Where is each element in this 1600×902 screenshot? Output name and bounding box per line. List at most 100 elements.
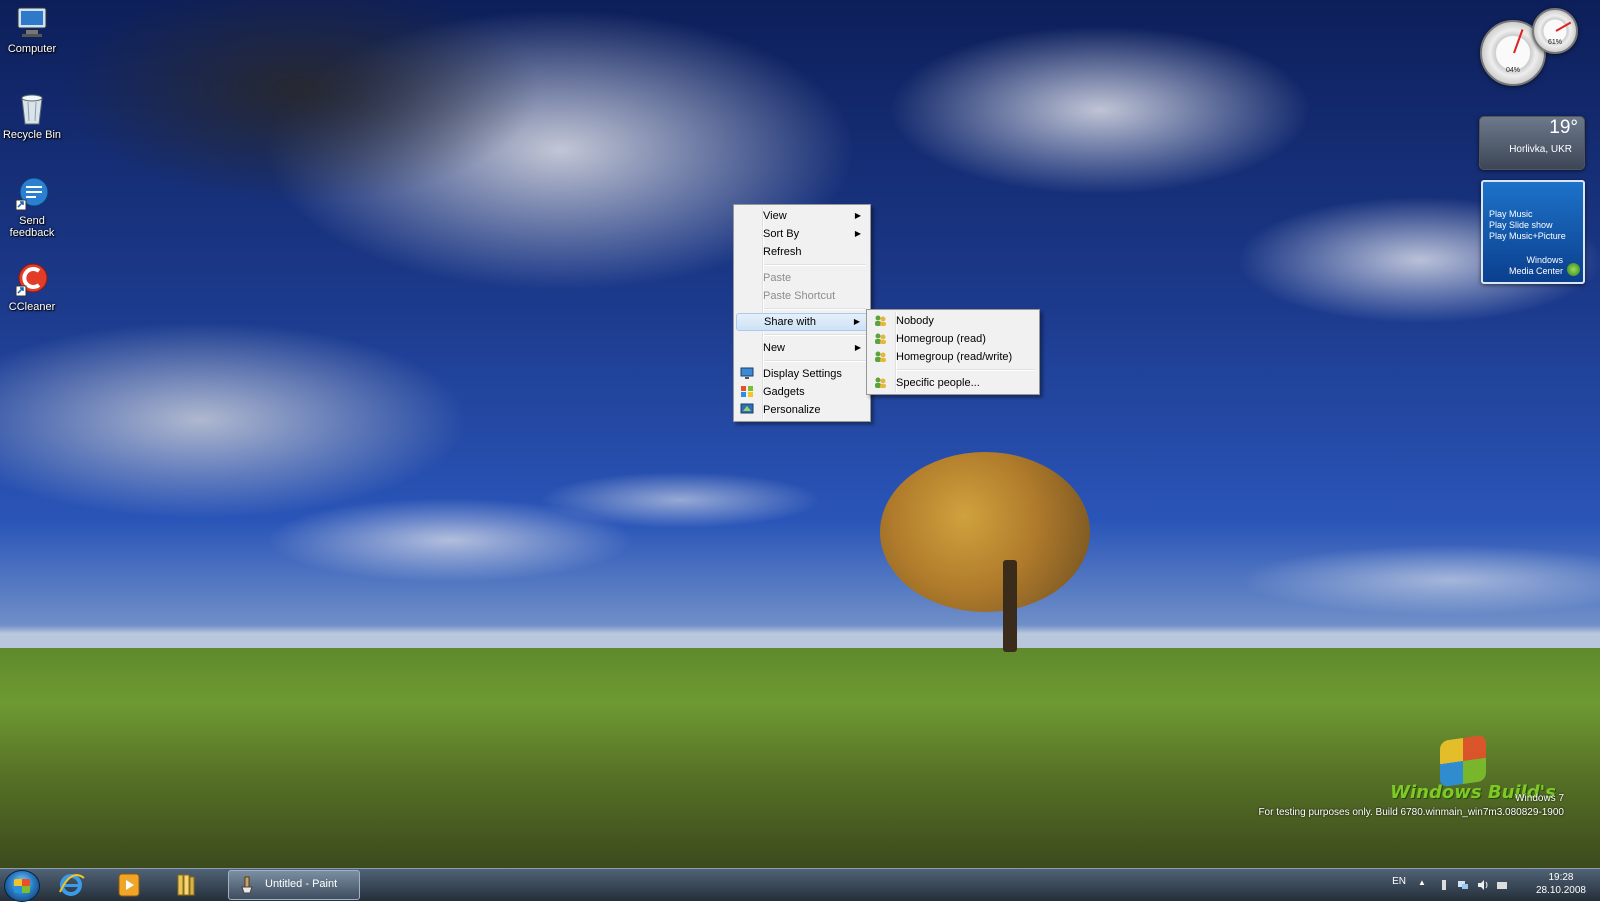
- menu-item-label: Specific people...: [896, 377, 980, 389]
- build-watermark: Windows 7 For testing purposes only. Bui…: [1258, 792, 1564, 820]
- menu-item-label: Share with: [764, 316, 816, 328]
- media-center-gadget[interactable]: Play Music Play Slide show Play Music+Pi…: [1481, 180, 1585, 284]
- wallpaper-tree: [880, 452, 1090, 612]
- taskbar: Untitled - Paint EN ▲ 19:28 28.10.2008: [0, 868, 1600, 902]
- internet-explorer-icon[interactable]: [54, 872, 88, 898]
- submenu-arrow-icon: ▶: [854, 343, 861, 352]
- share-users-icon: [873, 314, 887, 327]
- watermark-line2: For testing purposes only. Build 6780.wi…: [1258, 807, 1564, 818]
- submenu-arrow-icon: ▶: [854, 229, 861, 238]
- taskbar-button-label: Untitled - Paint: [265, 878, 338, 890]
- cpu-gauge-needle: [1513, 29, 1524, 54]
- menu-separator: [763, 264, 866, 266]
- menu-item-label: Gadgets: [763, 386, 805, 398]
- desktop-icon-label: Recycle Bin: [2, 129, 62, 141]
- cpu-meter-gadget[interactable]: 04% 61%: [1480, 8, 1590, 86]
- submenu-arrow-icon: ▶: [853, 317, 860, 326]
- clock-time: 19:28: [1548, 872, 1574, 883]
- recycle-bin-icon: [14, 90, 50, 126]
- menu-item-label: Refresh: [763, 246, 802, 258]
- menu-item-refresh[interactable]: Refresh: [736, 243, 868, 261]
- language-indicator[interactable]: EN: [1392, 876, 1406, 887]
- action-center-icon[interactable]: [1496, 879, 1508, 891]
- weather-location: Horlivka, UKR: [1509, 144, 1572, 155]
- volume-icon[interactable]: [1477, 879, 1489, 891]
- play-music-picture-link[interactable]: Play Music+Picture: [1489, 231, 1566, 242]
- weather-temperature: 19°: [1549, 117, 1578, 138]
- memory-percent: 61%: [1547, 39, 1562, 46]
- menu-separator: [763, 360, 866, 362]
- menu-item-new[interactable]: New ▶: [736, 339, 868, 357]
- share-users-icon: [873, 350, 887, 363]
- menu-item-label: View: [763, 210, 787, 222]
- desktop-icon-label: Send feedback: [9, 215, 55, 239]
- personalize-icon: [740, 403, 754, 416]
- menu-item-label: Paste: [763, 272, 792, 284]
- network-icon[interactable]: [1457, 879, 1469, 891]
- share-users-icon: [873, 332, 887, 345]
- menu-item-view[interactable]: View ▶: [736, 207, 868, 225]
- clock-date: 28.10.2008: [1535, 885, 1586, 896]
- menu-item-paste-shortcut[interactable]: Paste Shortcut: [736, 287, 868, 305]
- gadgets-icon: [740, 385, 754, 398]
- desktop-icon-ccleaner[interactable]: CCleaner: [2, 262, 62, 313]
- menu-item-label: Display Settings: [763, 368, 842, 380]
- share-with-submenu: Nobody Homegroup (read) Homegroup (read/…: [866, 309, 1040, 395]
- menu-separator: [763, 308, 866, 310]
- menu-item-label: Nobody: [896, 315, 934, 327]
- windows-start-icon: [14, 879, 30, 893]
- show-hidden-icons-icon[interactable]: ▲: [1418, 878, 1430, 890]
- menu-item-label: Personalize: [763, 404, 821, 416]
- menu-separator: [896, 369, 1035, 371]
- taskbar-button-paint[interactable]: Untitled - Paint: [228, 870, 360, 900]
- desktop-icon-recycle-bin[interactable]: Recycle Bin: [2, 90, 62, 141]
- submenu-item-homegroup-read-write[interactable]: Homegroup (read/write): [869, 348, 1037, 366]
- weather-gadget[interactable]: 19° Horlivka, UKR: [1479, 116, 1585, 170]
- usb-icon[interactable]: [1438, 879, 1450, 891]
- ccleaner-icon: [14, 262, 50, 298]
- windows-flag-icon: [1440, 734, 1486, 788]
- media-center-brand-line2: Media Center: [1508, 266, 1563, 276]
- menu-item-label: New: [763, 342, 786, 354]
- desktop-icon-label: Computer: [7, 43, 57, 55]
- media-center-orb-icon: [1567, 263, 1580, 276]
- desktop-icon-send-feedback[interactable]: Send feedback: [2, 176, 62, 239]
- menu-item-personalize[interactable]: Personalize: [736, 401, 868, 419]
- share-users-icon: [873, 376, 887, 389]
- libraries-icon[interactable]: [168, 872, 202, 898]
- paint-icon: [239, 876, 255, 894]
- computer-icon: [14, 4, 50, 40]
- menu-item-gadgets[interactable]: Gadgets: [736, 383, 868, 401]
- display-settings-icon: [740, 367, 754, 380]
- desktop-context-menu: View ▶ Sort By ▶ Refresh Paste Paste Short…: [733, 204, 871, 422]
- send-feedback-icon: [14, 176, 50, 212]
- menu-item-label: Homegroup (read): [896, 333, 986, 345]
- media-center-brand-line1: Windows: [1526, 255, 1563, 265]
- submenu-item-specific-people[interactable]: Specific people...: [869, 374, 1037, 392]
- menu-separator: [763, 334, 866, 336]
- menu-item-label: Homegroup (read/write): [896, 351, 1013, 363]
- system-tray: EN ▲ 19:28 28.10.2008: [1340, 869, 1600, 901]
- clock[interactable]: 19:28 28.10.2008: [1536, 871, 1586, 897]
- cpu-percent: 04%: [1505, 67, 1520, 74]
- media-player-icon[interactable]: [112, 872, 146, 898]
- menu-item-sort-by[interactable]: Sort By ▶: [736, 225, 868, 243]
- menu-item-paste[interactable]: Paste: [736, 269, 868, 287]
- desktop-icon-computer[interactable]: Computer: [2, 4, 62, 55]
- play-slide-show-link[interactable]: Play Slide show: [1489, 220, 1566, 231]
- wallpaper-tree-trunk: [1003, 560, 1017, 652]
- desktop-icon-label: CCleaner: [8, 301, 56, 313]
- menu-item-label: Sort By: [763, 228, 800, 240]
- wallpaper-field: [0, 648, 1600, 868]
- submenu-item-homegroup-read[interactable]: Homegroup (read): [869, 330, 1037, 348]
- start-button[interactable]: [4, 870, 40, 902]
- watermark-line1: Windows 7: [1515, 793, 1564, 804]
- memory-gauge-needle: [1555, 21, 1572, 32]
- submenu-arrow-icon: ▶: [854, 211, 861, 220]
- desktop-wallpaper[interactable]: Computer Recycle Bin Send feedback CClea…: [0, 0, 1600, 868]
- menu-item-share-with[interactable]: Share with ▶: [736, 313, 868, 331]
- submenu-item-nobody[interactable]: Nobody: [869, 312, 1037, 330]
- menu-item-display-settings[interactable]: Display Settings: [736, 365, 868, 383]
- menu-item-label: Paste Shortcut: [763, 290, 836, 302]
- play-music-link[interactable]: Play Music: [1489, 209, 1566, 220]
